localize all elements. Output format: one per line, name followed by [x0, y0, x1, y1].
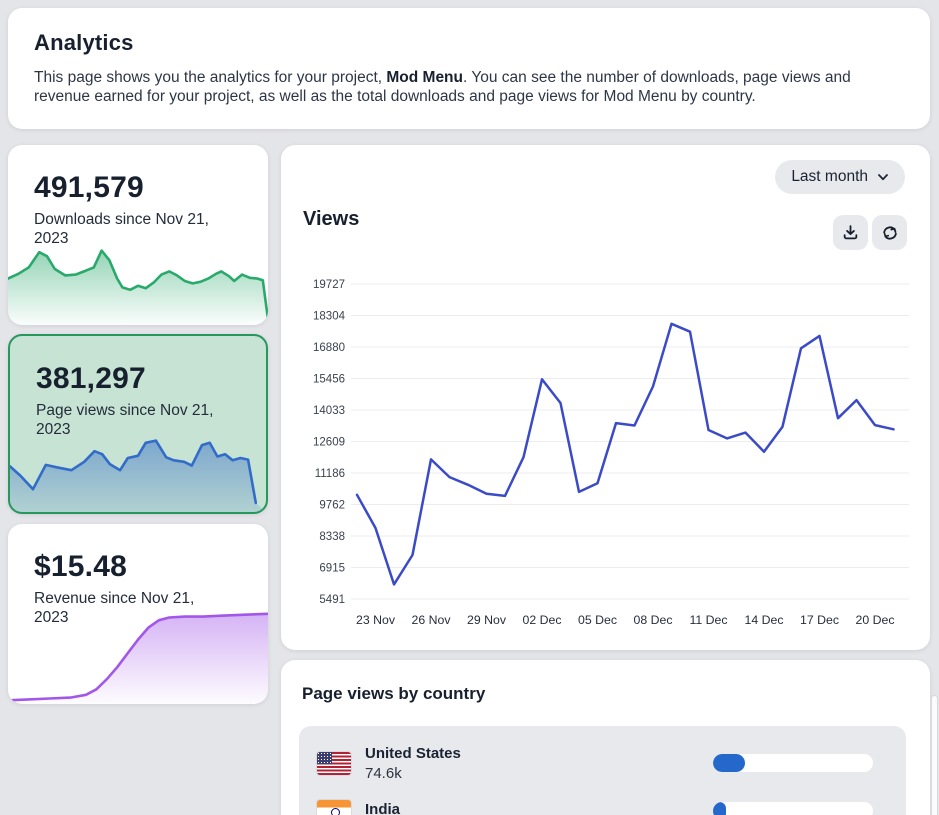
- svg-text:14033: 14033: [313, 405, 345, 417]
- country-name: United States: [365, 745, 461, 762]
- svg-text:05 Dec: 05 Dec: [578, 613, 617, 627]
- views-line-chart: 5491 6915 8338 9762 11186 12609 14033 15456 1688…: [281, 145, 930, 650]
- page-scrollbar[interactable]: [930, 0, 939, 815]
- page-views-value: 381,297: [10, 336, 266, 396]
- india-flag-icon: [317, 800, 351, 815]
- svg-text:08 Dec: 08 Dec: [634, 613, 673, 627]
- svg-text:26 Nov: 26 Nov: [412, 613, 452, 627]
- svg-text:02 Dec: 02 Dec: [523, 613, 562, 627]
- country-list: United States 74.6k India: [299, 726, 906, 815]
- page-description-part1: This page shows you the analytics for yo…: [34, 69, 386, 86]
- svg-text:6915: 6915: [319, 562, 345, 574]
- us-flag-icon: [317, 752, 351, 775]
- page-title: Analytics: [34, 30, 904, 56]
- page-description: This page shows you the analytics for yo…: [34, 69, 904, 107]
- revenue-value: $15.48: [8, 524, 268, 584]
- svg-text:20 Dec: 20 Dec: [856, 613, 895, 627]
- downloads-sparkline: [8, 245, 268, 325]
- country-bar: [713, 802, 873, 815]
- countries-title: Page views by country: [302, 684, 909, 704]
- country-bar-fill: [713, 802, 726, 815]
- downloads-value: 491,579: [8, 145, 268, 205]
- svg-text:11186: 11186: [315, 468, 345, 480]
- svg-text:16880: 16880: [313, 342, 345, 354]
- country-bar-fill: [713, 754, 745, 772]
- svg-text:9762: 9762: [319, 499, 345, 511]
- downloads-label: Downloads since Nov 21, 2023: [8, 205, 268, 249]
- country-row-india: India: [317, 787, 888, 815]
- page-views-sparkline: [10, 436, 266, 512]
- svg-text:17 Dec: 17 Dec: [800, 613, 839, 627]
- svg-text:14 Dec: 14 Dec: [745, 613, 784, 627]
- svg-text:15456: 15456: [313, 374, 345, 386]
- svg-text:29 Nov: 29 Nov: [467, 613, 507, 627]
- svg-text:11 Dec: 11 Dec: [689, 613, 727, 627]
- revenue-sparkline: [8, 612, 268, 704]
- countries-panel: Page views by country United States 74.6…: [281, 660, 930, 815]
- stat-card-downloads[interactable]: 491,579 Downloads since Nov 21, 2023: [8, 145, 268, 325]
- svg-text:8338: 8338: [319, 531, 345, 543]
- svg-text:23 Nov: 23 Nov: [356, 613, 396, 627]
- page-views-label: Page views since Nov 21, 2023: [10, 396, 266, 440]
- svg-text:5491: 5491: [319, 594, 345, 606]
- scrollbar-thumb[interactable]: [931, 695, 938, 815]
- svg-text:12609: 12609: [313, 437, 345, 449]
- analytics-header-card: Analytics This page shows you the analyt…: [8, 8, 930, 129]
- svg-text:19727: 19727: [313, 279, 345, 291]
- country-bar: [713, 754, 873, 772]
- views-panel: Last month Views 54916915833897621118612…: [281, 145, 930, 650]
- svg-text:18304: 18304: [313, 310, 346, 322]
- country-name: India: [365, 801, 400, 815]
- country-row-united-states: United States 74.6k: [317, 739, 888, 787]
- country-value: 74.6k: [365, 765, 461, 782]
- stat-card-page-views[interactable]: 381,297 Page views since Nov 21, 2023: [8, 334, 268, 514]
- stat-card-revenue[interactable]: $15.48 Revenue since Nov 21, 2023: [8, 524, 268, 704]
- project-name: Mod Menu: [386, 69, 463, 86]
